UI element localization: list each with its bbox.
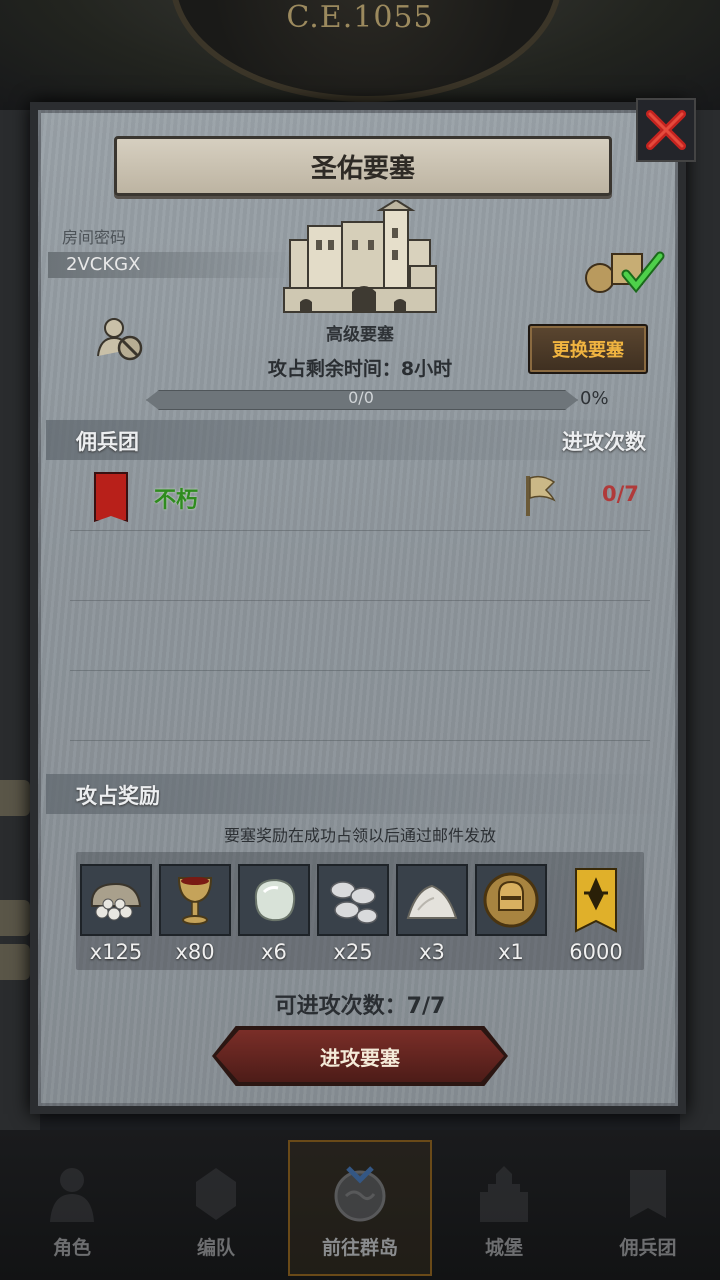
year-label: C.E.1055 bbox=[286, 0, 434, 35]
fortress-grade: 高级要塞 bbox=[326, 325, 394, 345]
reward-quantity: x25 bbox=[333, 940, 373, 964]
reward-quantity: x80 bbox=[175, 940, 215, 964]
reward-icon-frame bbox=[396, 864, 468, 936]
nav-item-islands[interactable]: 前往群岛 bbox=[288, 1150, 432, 1270]
fortress-castle-icon bbox=[283, 200, 437, 313]
mercenary-section-header: 佣兵团 进攻次数 bbox=[46, 420, 670, 460]
row-divider bbox=[70, 530, 650, 531]
reward-item[interactable]: x125 bbox=[80, 864, 152, 964]
close-icon bbox=[646, 110, 686, 150]
reward-item[interactable]: x6 bbox=[238, 864, 310, 964]
nav-label: 城堡 bbox=[484, 1237, 523, 1259]
supply-delivered-icon[interactable] bbox=[584, 244, 666, 294]
close-button[interactable] bbox=[636, 98, 696, 162]
salt-pile-icon bbox=[406, 884, 458, 919]
mercenary-name: 不朽 bbox=[154, 488, 199, 513]
capture-progress-text: 0/0 bbox=[348, 388, 374, 407]
nav-item-formation[interactable]: 编队 bbox=[144, 1150, 288, 1270]
room-password-value[interactable]: 2VCKGX bbox=[48, 252, 298, 278]
knight-helmet-medal-icon bbox=[483, 872, 539, 928]
side-search-icon[interactable] bbox=[0, 944, 30, 980]
reward-item[interactable]: x1 bbox=[475, 864, 547, 964]
reward-note: 要塞奖励在成功占领以后通过邮件发放 bbox=[223, 826, 496, 845]
silver-coins-icon bbox=[330, 881, 378, 924]
reward-item[interactable]: x80 bbox=[159, 864, 231, 964]
reward-quantity: x3 bbox=[419, 940, 445, 964]
mercenary-icon bbox=[630, 1170, 666, 1218]
guild-banner-icon bbox=[575, 868, 617, 933]
reward-icon-frame bbox=[238, 864, 310, 936]
mercenary-attack-count: 0/7 bbox=[602, 482, 639, 506]
nav-item-castle[interactable]: 城堡 bbox=[432, 1150, 576, 1270]
reward-icon-frame bbox=[560, 864, 632, 936]
nav-label: 佣兵团 bbox=[619, 1237, 677, 1259]
attack-count-header: 进攻次数 bbox=[562, 430, 646, 454]
row-divider bbox=[70, 670, 650, 671]
reward-section-title: 攻占奖励 bbox=[76, 784, 160, 808]
dialog-title: 圣佑要塞 bbox=[114, 136, 612, 196]
reward-quantity: x125 bbox=[89, 940, 143, 964]
nav-item-mercenary[interactable]: 佣兵团 bbox=[576, 1150, 720, 1270]
reward-item[interactable]: 6000 bbox=[560, 864, 632, 964]
reward-quantity: x6 bbox=[261, 940, 287, 964]
mercenary-row[interactable]: 不朽 0/7 bbox=[46, 466, 670, 526]
capture-progress-percent: 0% bbox=[580, 388, 609, 409]
right-background-strip bbox=[680, 110, 720, 1130]
reward-icon-frame bbox=[80, 864, 152, 936]
formation-icon bbox=[196, 1168, 236, 1220]
reward-icon-frame bbox=[317, 864, 389, 936]
reward-quantity: x1 bbox=[498, 940, 524, 964]
nav-label: 编队 bbox=[196, 1237, 235, 1259]
remaining-attacks: 可进攻次数：7/7 bbox=[274, 994, 446, 1019]
room-password-label: 房间密码 bbox=[62, 228, 127, 247]
reward-item[interactable]: x25 bbox=[317, 864, 389, 964]
reward-item[interactable]: x3 bbox=[396, 864, 468, 964]
row-divider bbox=[70, 600, 650, 601]
castle-icon bbox=[480, 1166, 528, 1222]
nav-label: 角色 bbox=[52, 1237, 91, 1259]
gem-stone-icon bbox=[254, 878, 296, 922]
character-icon bbox=[50, 1168, 94, 1222]
attack-fortress-button[interactable]: 进攻要塞 bbox=[216, 1030, 504, 1082]
nav-label: 前往群岛 bbox=[321, 1237, 398, 1259]
islands-icon bbox=[334, 1166, 386, 1222]
side-target-icon[interactable] bbox=[0, 900, 30, 936]
side-tool-icon[interactable] bbox=[0, 780, 30, 816]
goblet-icon bbox=[177, 877, 213, 925]
reward-icon-frame bbox=[475, 864, 547, 936]
coin-sack-icon bbox=[90, 882, 142, 921]
mercenary-section-title: 佣兵团 bbox=[76, 430, 139, 454]
capture-time-remaining: 攻占剩余时间：8小时 bbox=[267, 358, 453, 380]
reward-quantity: 6000 bbox=[569, 940, 623, 964]
guild-emblem-icon bbox=[94, 472, 128, 522]
reward-icon-frame bbox=[159, 864, 231, 936]
row-divider bbox=[70, 740, 650, 741]
reward-section-header: 攻占奖励 bbox=[46, 774, 670, 814]
flag-icon bbox=[526, 475, 556, 516]
nav-item-character[interactable]: 角色 bbox=[0, 1150, 144, 1270]
